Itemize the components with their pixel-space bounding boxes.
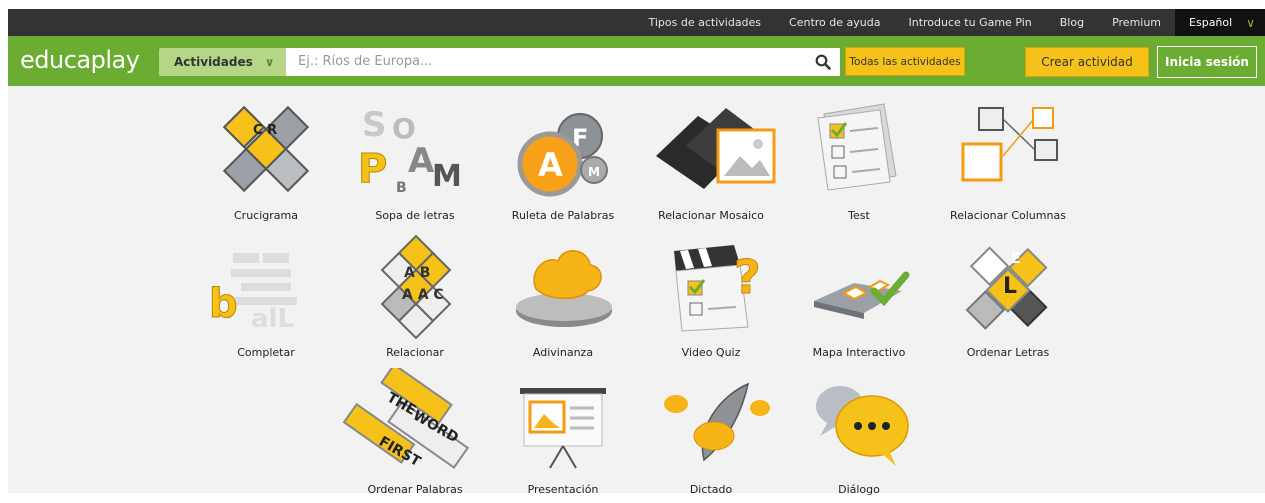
activity-label: Adivinanza — [532, 346, 594, 359]
interactive-map-icon — [814, 271, 910, 319]
activity-label: Relacionar Mosaico — [658, 209, 764, 222]
test-icon — [817, 103, 897, 191]
riddle-icon — [516, 250, 612, 327]
activity-dialogo[interactable]: Diálogo — [784, 368, 934, 503]
activity-label: Relacionar Columnas — [950, 209, 1066, 222]
activity-label: Relacionar — [386, 346, 444, 359]
top-bar: Tipos de actividades Centro de ayuda Int… — [8, 9, 1265, 36]
activity-ordenar-palabras[interactable]: THE WORD FIRST Ordenar Palabras — [340, 368, 490, 503]
topnav-blog[interactable]: Blog — [1046, 9, 1098, 36]
activity-ruleta-palabras[interactable]: F A M Ruleta de Palabras — [488, 94, 638, 229]
logo-text-play: play — [90, 46, 140, 74]
dialogue-icon — [816, 386, 909, 466]
activity-ordenar-letras[interactable]: L E Ordenar Letras — [933, 231, 1083, 366]
activity-label: Diálogo — [838, 483, 880, 496]
activity-label: Test — [848, 209, 870, 222]
activity-relacionar[interactable]: A B A A C Relacionar — [340, 231, 490, 366]
svg-text:B: B — [396, 180, 407, 196]
order-words-icon: THE WORD FIRST — [342, 368, 470, 470]
search-icon[interactable] — [815, 54, 831, 70]
login-button[interactable]: Inicia sesión — [1157, 46, 1257, 78]
svg-text:P: P — [358, 146, 387, 192]
chevron-down-icon: ∨ — [264, 55, 275, 69]
activity-label: Crucigrama — [234, 209, 298, 222]
word-wheel-icon: F A M — [517, 113, 608, 197]
video-quiz-icon: ? — [674, 245, 761, 332]
match-columns-icon — [961, 107, 1058, 182]
activity-crucigrama[interactable]: C R Crucigrama — [191, 94, 341, 229]
word-search-icon: S O P A M B — [358, 105, 462, 196]
activity-label: Ordenar Palabras — [367, 483, 463, 496]
svg-text:S: S — [362, 105, 387, 145]
all-activities-button[interactable]: Todas las actividades — [845, 47, 965, 76]
svg-text:E: E — [1011, 251, 1021, 267]
activity-completar[interactable]: b alL Completar — [191, 231, 341, 366]
activity-label: Mapa Interactivo — [812, 346, 906, 359]
order-letters-icon: L E — [965, 246, 1048, 330]
dictation-icon — [664, 382, 770, 462]
svg-text:b: b — [209, 281, 238, 327]
svg-text:M: M — [588, 165, 600, 179]
language-label: Español — [1189, 16, 1233, 29]
activity-grid: C R Crucigrama S O P A M B Sopa de letra… — [8, 86, 1265, 496]
svg-text:A B: A B — [404, 265, 430, 281]
logo[interactable]: educaplay — [20, 46, 140, 74]
svg-text:M: M — [432, 159, 462, 194]
language-selector[interactable]: Español ∨ — [1175, 9, 1265, 36]
activity-relacionar-mosaico[interactable]: Relacionar Mosaico — [636, 94, 786, 229]
activity-label: Ruleta de Palabras — [511, 209, 615, 222]
activity-relacionar-columnas[interactable]: Relacionar Columnas — [933, 94, 1083, 229]
crossword-icon: C R — [222, 105, 310, 193]
activity-label: Dictado — [689, 483, 733, 496]
chevron-down-icon: ∨ — [1246, 15, 1255, 30]
fill-blanks-icon: b alL — [209, 253, 297, 334]
topnav-game-pin[interactable]: Introduce tu Game Pin — [894, 9, 1045, 36]
main-header: educaplay Actividades ∨ Ej.: Ríos de Eur… — [8, 36, 1265, 86]
activity-label: Sopa de letras — [375, 209, 455, 222]
svg-text:alL: alL — [251, 304, 294, 334]
svg-text:C R: C R — [253, 123, 277, 138]
svg-text:A A C: A A C — [402, 287, 444, 303]
activity-label: Ordenar Letras — [966, 346, 1050, 359]
svg-text:A: A — [408, 141, 435, 181]
activity-dictado[interactable]: Dictado — [636, 368, 786, 503]
svg-text:A: A — [538, 146, 563, 184]
activities-dropdown-label: Actividades — [174, 55, 253, 69]
activity-video-quiz[interactable]: ? Video Quiz — [636, 231, 786, 366]
svg-text:L: L — [1003, 274, 1017, 299]
activity-mapa-interactivo[interactable]: Mapa Interactivo — [784, 231, 934, 366]
activities-dropdown[interactable]: Actividades ∨ — [159, 48, 286, 76]
activity-adivinanza[interactable]: Adivinanza — [488, 231, 638, 366]
create-activity-button[interactable]: Crear actividad — [1025, 47, 1149, 77]
topnav-tipos-actividades[interactable]: Tipos de actividades — [634, 9, 775, 36]
svg-text:?: ? — [734, 250, 761, 304]
mosaic-icon — [656, 108, 776, 189]
presentation-icon — [520, 388, 606, 469]
logo-text-educa: educa — [20, 46, 91, 74]
topnav-centro-ayuda[interactable]: Centro de ayuda — [775, 9, 894, 36]
relate-icon: A B A A C — [380, 234, 452, 340]
topnav-premium[interactable]: Premium — [1098, 9, 1175, 36]
activity-test[interactable]: Test — [784, 94, 934, 229]
activity-label: Presentación — [527, 483, 599, 496]
activity-label: Completar — [237, 346, 295, 359]
activity-sopa-letras[interactable]: S O P A M B Sopa de letras — [340, 94, 490, 229]
activity-presentacion[interactable]: Presentación — [488, 368, 638, 503]
search-input[interactable]: Ej.: Ríos de Europa... — [286, 48, 840, 76]
activity-label: Video Quiz — [681, 346, 741, 359]
